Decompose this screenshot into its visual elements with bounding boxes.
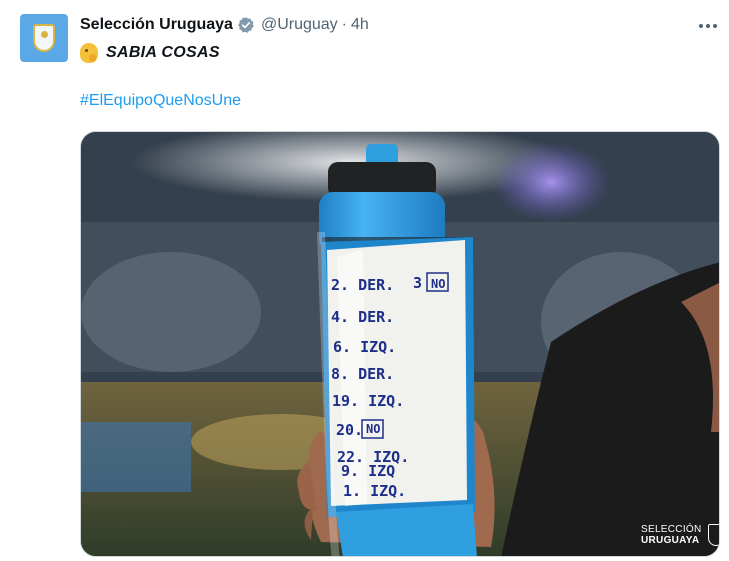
handle[interactable]: @Uruguay <box>261 16 338 34</box>
note-line: 2. DER. <box>331 276 394 294</box>
note-line: 20. <box>336 421 363 439</box>
note-line: NO <box>431 277 445 291</box>
note-line: 1. IZQ. <box>343 482 406 500</box>
timestamp[interactable]: 4h <box>351 16 369 34</box>
watermark-line1: SELECCIÓN <box>641 524 702 535</box>
display-name[interactable]: Selección Uruguaya <box>80 16 233 34</box>
tweet: Selección Uruguaya @Uruguay · 4h SABIA C… <box>0 0 729 561</box>
verified-badge-icon <box>237 16 255 34</box>
separator-dot: · <box>341 16 347 33</box>
note-line: 4. DER. <box>331 308 394 326</box>
note-line: 6. IZQ. <box>333 338 396 356</box>
note-line: 8. DER. <box>331 365 394 383</box>
photo-watermark: SELECCIÓN URUGUAYA <box>641 524 719 546</box>
more-options-icon[interactable] <box>696 16 720 36</box>
note-line: 19. IZQ. <box>332 392 404 410</box>
watermark-crest-icon <box>707 524 719 546</box>
shushing-face-emoji-icon <box>80 43 98 63</box>
tweet-text-content: SABIA COSAS <box>106 44 220 61</box>
note-line: 9. IZQ <box>341 462 395 480</box>
note-line: 3 <box>413 274 422 292</box>
tweet-header: Selección Uruguaya @Uruguay · 4h <box>80 14 369 36</box>
watermark-line2: URUGUAYA <box>641 535 700 546</box>
tweet-photo[interactable]: 2. DER. 3 NO 4. DER. 6. IZQ. 8. DER. 19.… <box>80 131 720 557</box>
uruguay-crest-icon <box>33 24 55 52</box>
tweet-text: SABIA COSAS <box>80 43 220 63</box>
note-line: NO <box>366 422 380 436</box>
hashtag-link[interactable]: #ElEquipoQueNosUne <box>80 92 241 110</box>
photo-scene: 2. DER. 3 NO 4. DER. 6. IZQ. 8. DER. 19.… <box>81 132 719 556</box>
avatar[interactable] <box>20 14 68 62</box>
